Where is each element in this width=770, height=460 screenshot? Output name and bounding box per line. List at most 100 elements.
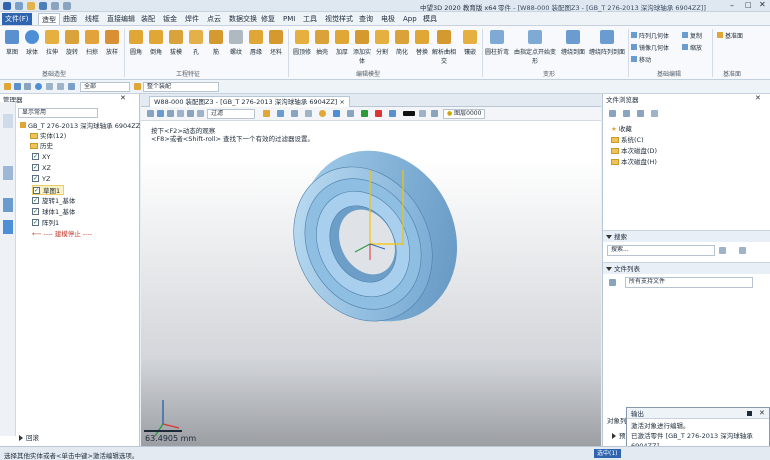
output-close-icon[interactable]: ✕ — [759, 409, 765, 417]
tree-root[interactable]: GB_T 276-2013 深沟球轴承 6904ZZ — [20, 121, 140, 131]
tab-close-icon[interactable]: × — [339, 98, 344, 106]
tree-drive-d[interactable]: 本次磁盘(D) — [611, 146, 657, 156]
undo-icon[interactable] — [51, 2, 59, 10]
tree-item-solids[interactable]: 实体(12) — [30, 131, 66, 141]
assembly-filter-icon[interactable] — [134, 83, 141, 90]
tree-item-history[interactable]: 历史 — [30, 141, 53, 151]
panel-close-icon[interactable]: ✕ — [120, 94, 126, 102]
add-solid-button[interactable]: 添加实体 — [351, 30, 373, 65]
shell-button[interactable]: 抽壳 — [311, 30, 333, 56]
morph-from-point-button[interactable]: 由指定点开始变形 — [512, 30, 558, 65]
tree-item-sphere1[interactable]: ✓ 球体1_基体 — [32, 207, 75, 217]
visibility-checkbox[interactable]: ✓ — [32, 197, 39, 204]
search-section-header[interactable]: 搜索 — [603, 230, 770, 242]
view-search-input[interactable]: 过滤 — [207, 109, 255, 119]
loft-button[interactable]: 放样 — [101, 30, 123, 56]
shading-icon[interactable] — [277, 110, 284, 117]
file-type-filter[interactable]: 所有支持文件 — [625, 277, 753, 288]
tab-pointcloud[interactable]: 点云 — [204, 13, 224, 25]
lip-button[interactable]: 唇缘 — [245, 30, 267, 56]
tree-item-stop-marker[interactable]: ⟵ ---- 建模停止 ---- — [32, 229, 92, 239]
up-icon[interactable] — [637, 110, 644, 117]
thicken-button[interactable]: 加厚 — [331, 30, 353, 56]
tree-drive-c[interactable]: 系统(C) — [611, 135, 644, 145]
texture-icon[interactable] — [389, 110, 396, 117]
3d-viewport[interactable]: 按下<F2>动态的观察 <F8>或者<Shift-roll> 查找下一个有效的过… — [141, 94, 601, 446]
scale-button[interactable]: 缩放 — [682, 43, 702, 52]
assembly-scope-select[interactable]: 整个装配 — [143, 82, 219, 92]
visibility-checkbox[interactable]: ✓ — [32, 175, 39, 182]
line-style-icon[interactable] — [403, 111, 415, 116]
filter-icon[interactable] — [68, 83, 75, 90]
view-icon[interactable] — [147, 110, 154, 117]
tab-mold[interactable]: 模具 — [420, 13, 440, 25]
select-icon[interactable] — [14, 83, 21, 90]
tree-item-xy[interactable]: ✓ XY — [32, 152, 50, 162]
tab-app[interactable]: App — [400, 13, 420, 25]
tree-item-revolve1[interactable]: ✓ 旋转1_基体 — [32, 196, 75, 206]
tab-modeling[interactable]: 造型 — [38, 13, 60, 25]
visibility-checkbox[interactable]: ✓ — [32, 208, 39, 215]
shape-icon[interactable] — [35, 83, 42, 90]
datum-plane-button[interactable]: 基准面 — [717, 31, 743, 40]
tab-electrode[interactable]: 电极 — [378, 13, 398, 25]
display-mode-select[interactable]: 显示常用 — [18, 108, 98, 118]
new-file-icon[interactable] — [15, 2, 23, 10]
tab-file[interactable]: 文件(F) — [2, 13, 32, 25]
visibility-checkbox[interactable]: ✓ — [33, 187, 40, 194]
save-icon[interactable] — [39, 2, 47, 10]
back-icon[interactable] — [609, 110, 616, 117]
file-list-section-header[interactable]: 文件列表 — [603, 262, 770, 274]
panel-close-icon[interactable]: ✕ — [755, 94, 761, 102]
file-search-input[interactable]: 搜索... — [607, 245, 715, 256]
refresh-icon[interactable] — [651, 110, 658, 117]
redo-icon[interactable] — [63, 2, 71, 10]
tab-tools[interactable]: 工具 — [300, 13, 320, 25]
visibility-checkbox[interactable]: ✓ — [32, 219, 39, 226]
visibility-icon[interactable] — [333, 110, 340, 117]
sun-icon[interactable] — [319, 110, 326, 117]
extrude-button[interactable]: 拉伸 — [41, 30, 63, 56]
section-icon[interactable] — [291, 110, 298, 117]
hole-button[interactable]: 孔 — [185, 30, 207, 56]
rollback-button[interactable]: 回滚 — [18, 433, 39, 443]
zoom-icon[interactable] — [177, 110, 184, 117]
display-mode-icon[interactable] — [263, 110, 270, 117]
fillet-button[interactable]: 圆角 — [125, 30, 147, 56]
search-icon[interactable] — [197, 110, 204, 117]
close-icon[interactable]: ✕ — [759, 0, 766, 9]
search-icon[interactable] — [719, 247, 726, 254]
box-select-icon[interactable] — [46, 83, 53, 90]
open-file-icon[interactable] — [27, 2, 35, 10]
rib-button[interactable]: 筋 — [205, 30, 227, 56]
tab-direct-edit[interactable]: 直接编辑 — [104, 13, 138, 25]
wrap-pattern-button[interactable]: 缠绕阵列到面 — [588, 30, 626, 56]
box-icon[interactable] — [305, 110, 312, 117]
move-button[interactable]: 移动 — [631, 55, 651, 64]
thread-button[interactable]: 螺纹 — [225, 30, 247, 56]
bearing-model-view[interactable] — [141, 94, 601, 446]
tab-sheetmetal[interactable]: 钣金 — [160, 13, 180, 25]
sketch-button[interactable]: 草图 — [1, 30, 23, 56]
tab-object-list[interactable]: 对象列 — [607, 416, 627, 426]
pan-icon[interactable] — [167, 110, 174, 117]
material-icon[interactable] — [375, 110, 382, 117]
tab-surface[interactable]: 曲面 — [60, 13, 80, 25]
tree-item-sketch1[interactable]: ✓ 草图1 — [32, 185, 65, 195]
pattern-geometry-button[interactable]: 阵列几何体 — [631, 31, 669, 40]
tree-drive-h[interactable]: 本次磁盘(H) — [611, 157, 657, 167]
cursor-icon[interactable] — [24, 83, 31, 90]
draft-button[interactable]: 拔模 — [165, 30, 187, 56]
line-width-icon[interactable] — [419, 110, 426, 117]
tree-item-yz[interactable]: ✓ YZ — [32, 174, 50, 184]
tree-item-pattern1[interactable]: ✓ 阵列1 — [32, 218, 59, 228]
tab-weldment[interactable]: 焊件 — [182, 13, 202, 25]
hexagon-icon[interactable] — [57, 83, 64, 90]
color-icon[interactable] — [361, 110, 368, 117]
history-tab-icon[interactable] — [3, 114, 13, 128]
resolve-intersect-button[interactable]: 解析曲相交 — [431, 30, 457, 65]
copy-button[interactable]: 复制 — [682, 31, 702, 40]
visibility-checkbox[interactable]: ✓ — [32, 153, 39, 160]
tab-visual-style[interactable]: 视觉样式 — [322, 13, 356, 25]
inlay-button[interactable]: 镶嵌 — [459, 30, 481, 56]
